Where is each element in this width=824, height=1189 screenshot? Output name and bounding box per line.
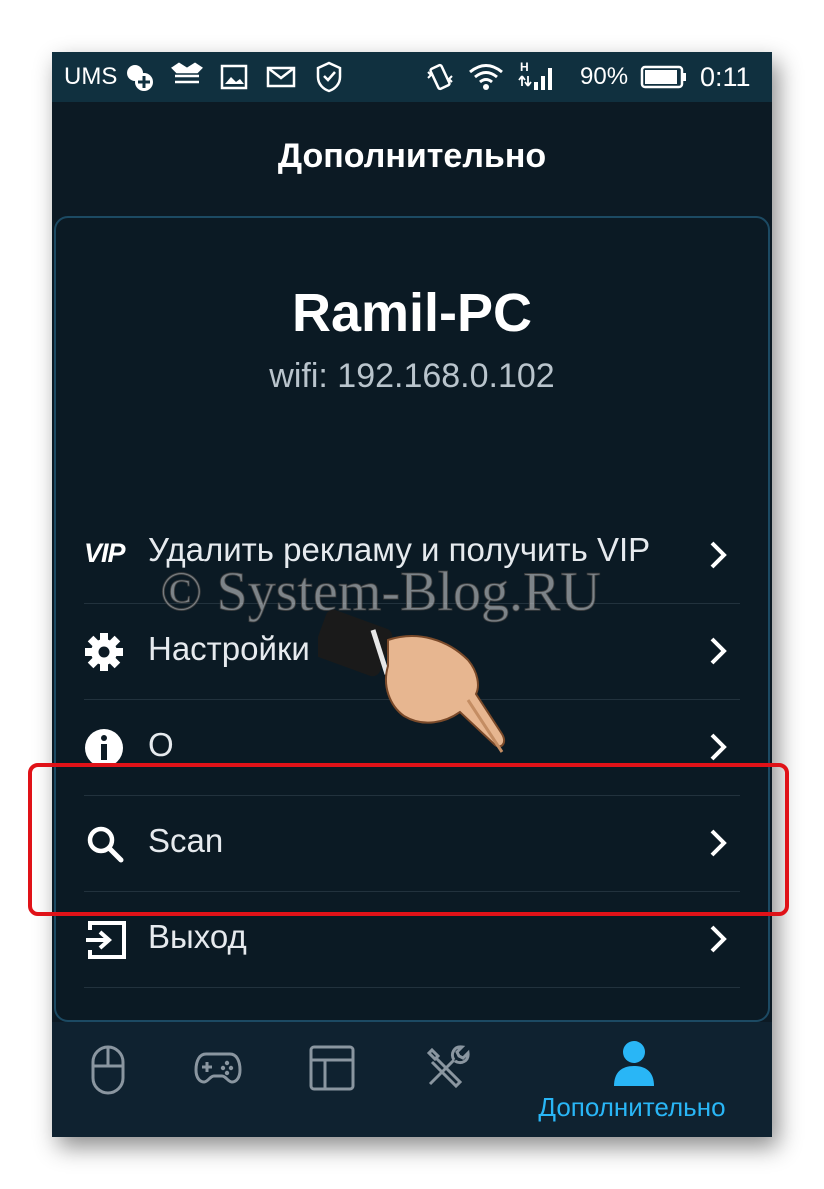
add-contact-icon <box>122 52 156 102</box>
info-icon <box>85 729 123 767</box>
wifi-icon <box>468 52 504 102</box>
tools-icon[interactable] <box>422 1044 470 1092</box>
vip-icon: VIP <box>84 538 126 568</box>
svg-text:H: H <box>520 60 529 74</box>
mouse-icon[interactable] <box>90 1044 126 1096</box>
pointing-hand-icon <box>318 609 506 753</box>
chevron-right-icon <box>710 637 727 665</box>
mail-icon <box>266 52 296 102</box>
bottom-nav: Дополнительно <box>52 1022 772 1137</box>
battery-icon <box>640 52 688 102</box>
battery-percent: 90% <box>580 63 629 90</box>
status-bar: UMS H 90% 0:11 <box>52 52 772 102</box>
chevron-right-icon <box>710 925 727 953</box>
chevron-right-icon <box>710 541 727 569</box>
menu-item-label: Выход <box>148 918 247 955</box>
menu-item-label: О <box>148 726 174 763</box>
nav-item-more[interactable]: Дополнительно <box>522 1022 742 1137</box>
gamepad-icon[interactable] <box>194 1050 242 1086</box>
device-name: Ramil-PC <box>291 283 533 343</box>
vibrate-icon <box>425 52 455 102</box>
menu-item-label: Настройки <box>148 630 310 667</box>
shield-icon <box>314 52 344 102</box>
image-icon <box>220 52 248 102</box>
notification-icon <box>170 52 204 102</box>
gear-icon <box>85 633 123 671</box>
chevron-right-icon <box>710 733 727 761</box>
signal-icon: H <box>518 52 558 102</box>
nav-label-more: Дополнительно <box>538 1092 726 1122</box>
clock: 0:11 <box>700 61 751 92</box>
carrier-label: UMS <box>64 63 118 90</box>
device-connection: wifi: 192.168.0.102 <box>269 357 555 395</box>
page-title: Дополнительно <box>277 137 547 175</box>
exit-icon <box>86 921 126 959</box>
layout-icon[interactable] <box>308 1044 356 1092</box>
person-icon <box>614 1041 654 1086</box>
